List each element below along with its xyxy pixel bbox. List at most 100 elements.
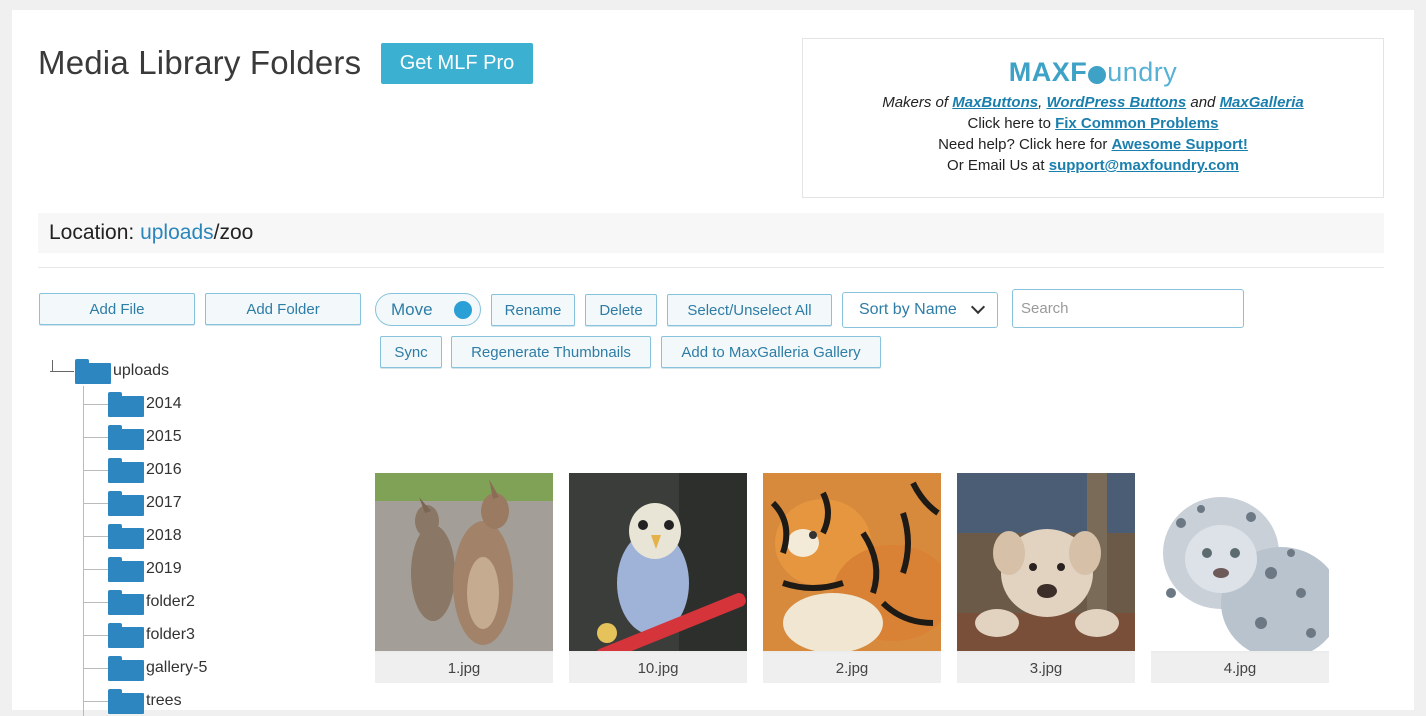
- gear-icon: [1088, 65, 1107, 84]
- add-file-button[interactable]: Add File: [39, 293, 195, 325]
- tree-node-label: 2019: [146, 560, 182, 577]
- tree-node-2018[interactable]: 2018: [84, 521, 182, 551]
- file-item[interactable]: 1.jpg: [375, 473, 553, 683]
- tree-root-branch: [50, 371, 74, 372]
- tree-node-2014[interactable]: 2014: [84, 389, 182, 419]
- tree-node-label: 2018: [146, 527, 182, 544]
- tree-node-2016[interactable]: 2016: [84, 455, 182, 485]
- tree-node-label: 2015: [146, 428, 182, 445]
- snow-leopard-image: [1151, 473, 1329, 651]
- tree-node-uploads[interactable]: uploads: [75, 356, 169, 386]
- file-item[interactable]: 4.jpg: [1151, 473, 1329, 683]
- folder-icon: [108, 589, 144, 615]
- folder-tree: uploads 2014 2015 2016 2017 2018 2019 fo…: [42, 352, 352, 716]
- tree-node-label: folder3: [146, 626, 195, 643]
- promo-line-2-prefix: Click here to: [967, 115, 1056, 132]
- file-item[interactable]: 2.jpg: [763, 473, 941, 683]
- tree-branch: [84, 568, 108, 570]
- support-link[interactable]: Awesome Support!: [1112, 136, 1248, 153]
- tree-node-label: 2016: [146, 461, 182, 478]
- tree-node-label: gallery-5: [146, 659, 208, 676]
- promo-line-4-prefix: Or Email Us at: [947, 157, 1049, 174]
- tree-node-label: uploads: [113, 362, 170, 379]
- maxfoundry-logo[interactable]: MAXF undry: [803, 57, 1383, 88]
- tiger-image: [763, 473, 941, 651]
- file-name: 2.jpg: [763, 653, 941, 683]
- location-label: Location:: [49, 221, 135, 244]
- fix-problems-link[interactable]: Fix Common Problems: [1055, 115, 1218, 132]
- tree-branch: [84, 700, 108, 702]
- tree-branch: [84, 667, 108, 669]
- promo-panel: MAXF undry Makers of MaxButtons, WordPre…: [802, 38, 1384, 198]
- promo-line-2: Click here to Fix Common Problems: [803, 113, 1383, 134]
- folder-icon: [108, 490, 144, 516]
- promo-and: and: [1186, 94, 1220, 111]
- file-name: 1.jpg: [375, 653, 553, 683]
- tree-node-2017[interactable]: 2017: [84, 488, 182, 518]
- tree-node-trees[interactable]: trees: [84, 686, 182, 716]
- search-input[interactable]: [1012, 289, 1244, 328]
- delete-button[interactable]: Delete: [585, 294, 657, 326]
- tree-node-label: folder2: [146, 593, 195, 610]
- rename-button[interactable]: Rename: [491, 294, 575, 326]
- folder-icon: [108, 655, 144, 681]
- tree-branch: [84, 601, 108, 603]
- page: Media Library Folders Get MLF Pro MAXF u…: [12, 10, 1414, 716]
- file-name: 3.jpg: [957, 653, 1135, 683]
- select-all-button[interactable]: Select/Unselect All: [667, 294, 832, 326]
- tree-branch: [84, 634, 108, 636]
- get-pro-button[interactable]: Get MLF Pro: [381, 43, 533, 84]
- divider: [38, 267, 1384, 268]
- maxgalleria-link[interactable]: MaxGalleria: [1220, 94, 1304, 111]
- chevron-down-icon: [970, 299, 986, 315]
- tree-branch: [84, 436, 108, 438]
- tree-node-folder3[interactable]: folder3: [84, 620, 195, 650]
- location-root-link[interactable]: uploads: [140, 221, 214, 245]
- file-item[interactable]: 3.jpg: [957, 473, 1135, 683]
- tree-branch: [84, 535, 108, 537]
- move-label: Move: [391, 299, 433, 319]
- puppy-image: [957, 473, 1135, 651]
- maxbuttons-link[interactable]: MaxButtons: [952, 94, 1038, 111]
- promo-line-1-prefix: Makers of: [882, 94, 953, 111]
- logo-text-b: undry: [1107, 57, 1178, 87]
- file-name: 10.jpg: [569, 653, 747, 683]
- add-folder-button[interactable]: Add Folder: [205, 293, 361, 325]
- sort-label: Sort by Name: [859, 301, 957, 318]
- folder-icon: [108, 622, 144, 648]
- tree-node-2015[interactable]: 2015: [84, 422, 182, 452]
- add-to-gallery-button[interactable]: Add to MaxGalleria Gallery: [661, 336, 881, 368]
- email-link[interactable]: support@maxfoundry.com: [1049, 157, 1239, 174]
- tree-node-label: 2014: [146, 395, 182, 412]
- location-bar: Location: uploads/zoo: [38, 213, 1384, 253]
- regenerate-thumbnails-button[interactable]: Regenerate Thumbnails: [451, 336, 651, 368]
- tree-branch: [84, 403, 108, 405]
- promo-line-3: Need help? Click here for Awesome Suppor…: [803, 134, 1383, 155]
- tree-node-folder2[interactable]: folder2: [84, 587, 195, 617]
- sort-dropdown[interactable]: Sort by Name: [842, 292, 998, 328]
- toggle-knob-icon: [454, 301, 472, 319]
- budgie-image: [569, 473, 747, 651]
- page-title: Media Library Folders: [38, 44, 362, 81]
- file-name: 4.jpg: [1151, 653, 1329, 683]
- folder-icon: [108, 556, 144, 582]
- tree-node-label: trees: [146, 692, 182, 709]
- tree-node-label: 2017: [146, 494, 182, 511]
- promo-line-1: Makers of MaxButtons, WordPress Buttons …: [803, 92, 1383, 113]
- folder-icon: [108, 457, 144, 483]
- folder-icon: [75, 358, 111, 384]
- move-toggle[interactable]: Move: [375, 293, 481, 326]
- wordpress-buttons-link[interactable]: WordPress Buttons: [1046, 94, 1186, 111]
- folder-icon: [108, 424, 144, 450]
- promo-line-4: Or Email Us at support@maxfoundry.com: [803, 155, 1383, 176]
- logo-text-a: MAXF: [1008, 57, 1088, 87]
- tree-node-gallery-5[interactable]: gallery-5: [84, 653, 207, 683]
- promo-line-3-prefix: Need help? Click here for: [938, 136, 1112, 153]
- tree-node-2019[interactable]: 2019: [84, 554, 182, 584]
- tree-branch: [84, 469, 108, 471]
- sync-button[interactable]: Sync: [380, 336, 442, 368]
- kangaroo-image: [375, 473, 553, 651]
- tree-branch: [84, 502, 108, 504]
- folder-icon: [108, 391, 144, 417]
- file-item[interactable]: 10.jpg: [569, 473, 747, 683]
